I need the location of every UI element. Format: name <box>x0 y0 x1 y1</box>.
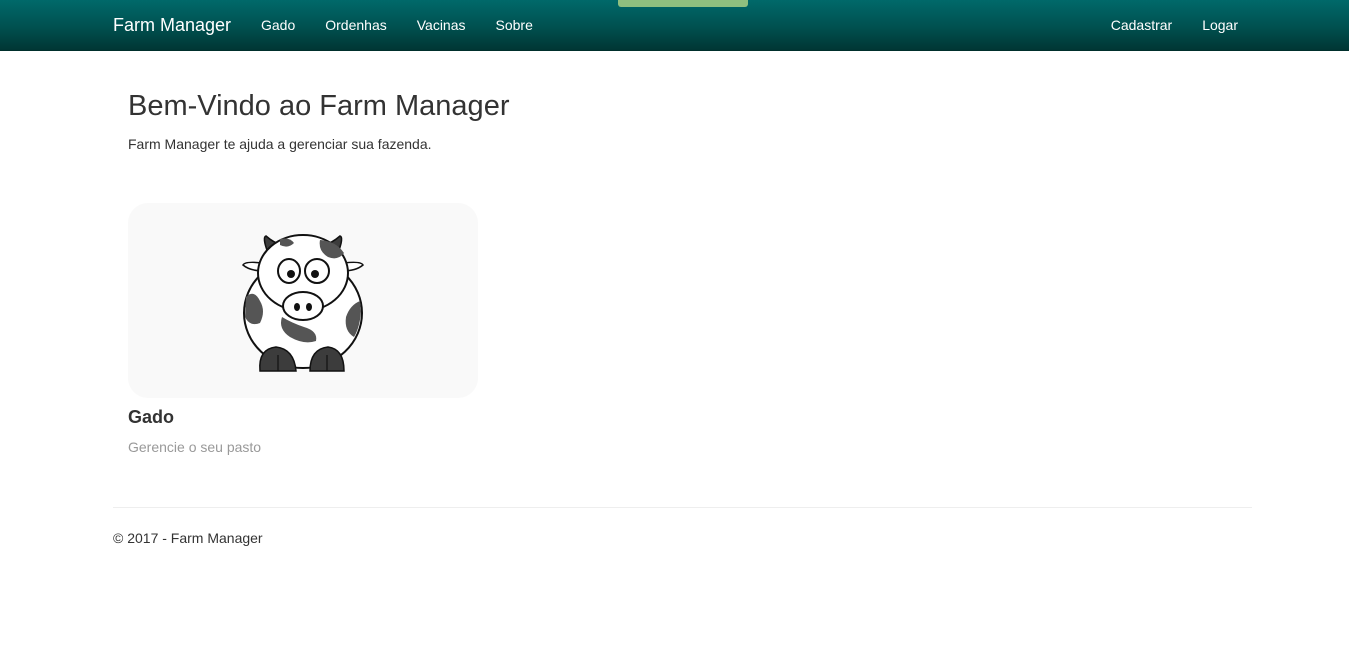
nav-link-vacinas[interactable]: Vacinas <box>417 16 466 34</box>
page-title: Bem-Vindo ao Farm Manager <box>128 90 510 122</box>
nav-link-cadastrar[interactable]: Cadastrar <box>1111 16 1172 34</box>
brand-link[interactable]: Farm Manager <box>113 14 231 36</box>
footer-copyright: © 2017 - Farm Manager <box>113 530 263 546</box>
main-nav: Gado Ordenhas Vacinas Sobre <box>261 16 563 34</box>
auth-nav: Cadastrar Logar <box>1081 16 1238 34</box>
nav-accent-tab <box>618 0 748 7</box>
nav-link-gado[interactable]: Gado <box>261 16 295 34</box>
top-navbar: Farm Manager Gado Ordenhas Vacinas Sobre… <box>0 0 1349 51</box>
cow-icon <box>242 234 364 372</box>
gado-card-description: Gerencie o seu pasto <box>128 439 262 455</box>
nav-link-logar[interactable]: Logar <box>1202 16 1238 34</box>
page-lead: Farm Manager te ajuda a gerenciar sua fa… <box>128 136 432 152</box>
nav-link-sobre[interactable]: Sobre <box>496 16 533 34</box>
nav-link-ordenhas[interactable]: Ordenhas <box>325 16 386 34</box>
gado-card-image[interactable] <box>128 203 478 398</box>
gado-card-title[interactable]: Gado <box>128 407 174 427</box>
footer-divider <box>113 507 1252 508</box>
